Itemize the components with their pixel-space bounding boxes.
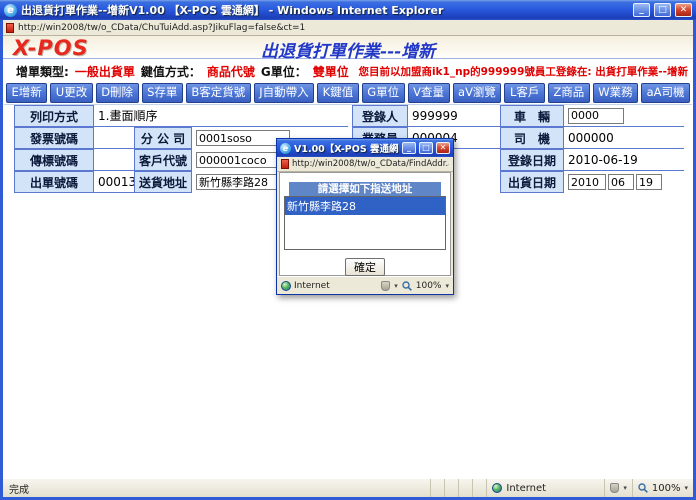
popup-address-bar[interactable]: http://win2008/tw/o_CData/FindAddr.asp	[277, 157, 453, 172]
popup-status-bar: Internet ▾ 100% ▾	[277, 276, 453, 294]
ship-date-day-input[interactable]	[636, 174, 662, 190]
minimize-button[interactable]: _	[633, 3, 650, 17]
unit-value: 雙單位	[313, 63, 349, 80]
print-mode-value: 1.畫面順序	[94, 105, 348, 127]
unit-label: G單位：	[261, 63, 307, 80]
order-no-value: 000139	[94, 171, 134, 193]
dropdown-arrow-icon[interactable]: ▾	[684, 484, 688, 492]
registrant-label: 登錄人	[352, 105, 408, 127]
dropdown-arrow-icon[interactable]: ▾	[394, 282, 398, 290]
status-panel	[430, 479, 444, 497]
zoom-magnifier-icon	[402, 281, 412, 291]
print-mode-label: 列印方式	[14, 105, 94, 127]
vehicle-label: 車 輛	[500, 105, 564, 127]
toolbar-button-product[interactable]: Z商品	[548, 83, 590, 103]
popup-zoom-level: 100%	[416, 281, 442, 291]
driver-label: 司 機	[500, 127, 564, 149]
window-title: 出退貨打單作業--增新V1.00 【X-POS 雲通網】 - Windows I…	[21, 2, 629, 18]
invoice-no-value	[94, 127, 134, 149]
customer-code-label: 客戶代號	[134, 149, 192, 171]
order-no-label: 出單號碼	[14, 171, 94, 193]
toolbar-button-delete[interactable]: D刪除	[96, 83, 139, 103]
popup-close-button[interactable]: ✕	[436, 142, 450, 154]
register-date-label: 登錄日期	[500, 149, 564, 171]
maximize-button[interactable]: □	[654, 3, 671, 17]
key-mode-label: 鍵值方式：	[141, 63, 201, 80]
info-bar: 增單類型: 一般出貨單 鍵值方式： 商品代號 G單位： 雙單位 您目前以加盟商i…	[16, 63, 688, 79]
page-icon	[281, 159, 289, 169]
vehicle-input[interactable]	[568, 108, 624, 124]
toolbar-button-sales[interactable]: W業務	[593, 83, 638, 103]
address-url[interactable]: http://win2008/tw/o_CData/ChuTuiAdd.asp?…	[18, 23, 305, 33]
address-select-popup: e V1.00【X-POS 雲通網... _ □ ✕ http://win200…	[276, 138, 454, 295]
registrant-value: 999999	[408, 105, 500, 127]
status-zone-text: Internet	[506, 483, 546, 494]
ship-date-year-input[interactable]	[568, 174, 606, 190]
protected-mode-panel[interactable]: ▾	[604, 479, 632, 497]
popup-title-bar: e V1.00【X-POS 雲通網... _ □ ✕	[277, 139, 453, 157]
popup-maximize-button[interactable]: □	[419, 142, 433, 154]
delivery-address-label: 送貨地址	[134, 171, 192, 193]
slip-no-value	[94, 149, 134, 171]
zoom-magnifier-icon	[638, 483, 648, 493]
toolbar-button-driver[interactable]: aA司機	[641, 83, 690, 103]
register-date-value: 2010-06-19	[564, 149, 684, 171]
address-bar[interactable]: http://win2008/tw/o_CData/ChuTuiAdd.asp?…	[0, 20, 696, 36]
popup-address-url[interactable]: http://win2008/tw/o_CData/FindAddr.asp	[292, 159, 449, 169]
zoom-level-text: 100%	[652, 483, 681, 494]
page-icon	[6, 23, 14, 33]
toolbar-button-autofill[interactable]: J自動帶入	[254, 83, 314, 103]
order-type-value: 一般出貨單	[75, 63, 135, 80]
status-panel	[472, 479, 486, 497]
status-panel	[458, 479, 472, 497]
app-banner: X-POS 出退貨打單作業---增新	[3, 36, 693, 59]
confirm-button[interactable]: 確定	[345, 258, 385, 276]
toolbar-button-check-qty[interactable]: V查量	[408, 83, 450, 103]
toolbar-button-save[interactable]: S存單	[142, 83, 183, 103]
address-list-item[interactable]: 新竹縣李路28	[285, 197, 445, 215]
login-notice: 您目前以加盟商ik1_np的999999號員工登錄在: 出貨打單作業--增新	[358, 64, 688, 79]
popup-prompt: 請選擇如下指送地址	[289, 182, 441, 196]
toolbar: E增新 U更改 D刪除 S存單 B客定貨號 J自動帶入 K鍵值 G單位 V查量 …	[6, 83, 690, 103]
invoice-no-label: 發票號碼	[14, 127, 94, 149]
protected-mode-icon	[381, 281, 390, 291]
internet-globe-icon	[281, 281, 291, 291]
popup-status-zone: Internet	[294, 281, 330, 291]
popup-minimize-button[interactable]: _	[402, 142, 416, 154]
toolbar-button-keyvalue[interactable]: K鍵值	[317, 83, 359, 103]
title-bar: e 出退貨打單作業--增新V1.00 【X-POS 雲通網】 - Windows…	[0, 0, 696, 20]
key-mode-value: 商品代號	[207, 63, 255, 80]
status-zone-panel: Internet	[486, 479, 604, 497]
toolbar-button-customer[interactable]: L客戶	[504, 83, 544, 103]
dropdown-arrow-icon[interactable]: ▾	[623, 484, 627, 492]
toolbar-button-custom-code[interactable]: B客定貨號	[186, 83, 251, 103]
ie-logo-icon: e	[4, 4, 17, 17]
status-done-text: 完成	[3, 481, 430, 496]
popup-body: 請選擇如下指送地址 新竹縣李路28 確定	[279, 172, 451, 276]
browser-window: e 出退貨打單作業--增新V1.00 【X-POS 雲通網】 - Windows…	[0, 0, 696, 500]
ship-date-month-input[interactable]	[608, 174, 634, 190]
protected-mode-icon	[610, 483, 619, 493]
toolbar-button-unit[interactable]: G單位	[362, 83, 405, 103]
order-type-label: 增單類型:	[16, 63, 69, 80]
dropdown-arrow-icon[interactable]: ▾	[445, 282, 449, 290]
internet-globe-icon	[492, 483, 502, 493]
toolbar-button-browse[interactable]: aV瀏覽	[453, 83, 502, 103]
page-title: 出退貨打單作業---增新	[3, 37, 693, 62]
address-listbox[interactable]: 新竹縣李路28	[284, 196, 446, 250]
slip-no-label: 傳標號碼	[14, 149, 94, 171]
branch-label: 分 公 司	[134, 127, 192, 149]
status-bar: 完成 Internet ▾ 100% ▾	[3, 478, 693, 497]
ship-date-label: 出貨日期	[500, 171, 564, 193]
close-button[interactable]: ✕	[675, 3, 692, 17]
popup-title: V1.00【X-POS 雲通網...	[294, 141, 399, 155]
toolbar-button-update[interactable]: U更改	[50, 83, 92, 103]
driver-value: 000000	[564, 127, 684, 149]
ie-logo-icon: e	[280, 143, 291, 154]
status-panel	[444, 479, 458, 497]
zoom-panel[interactable]: 100% ▾	[632, 479, 693, 497]
toolbar-button-add[interactable]: E增新	[6, 83, 47, 103]
